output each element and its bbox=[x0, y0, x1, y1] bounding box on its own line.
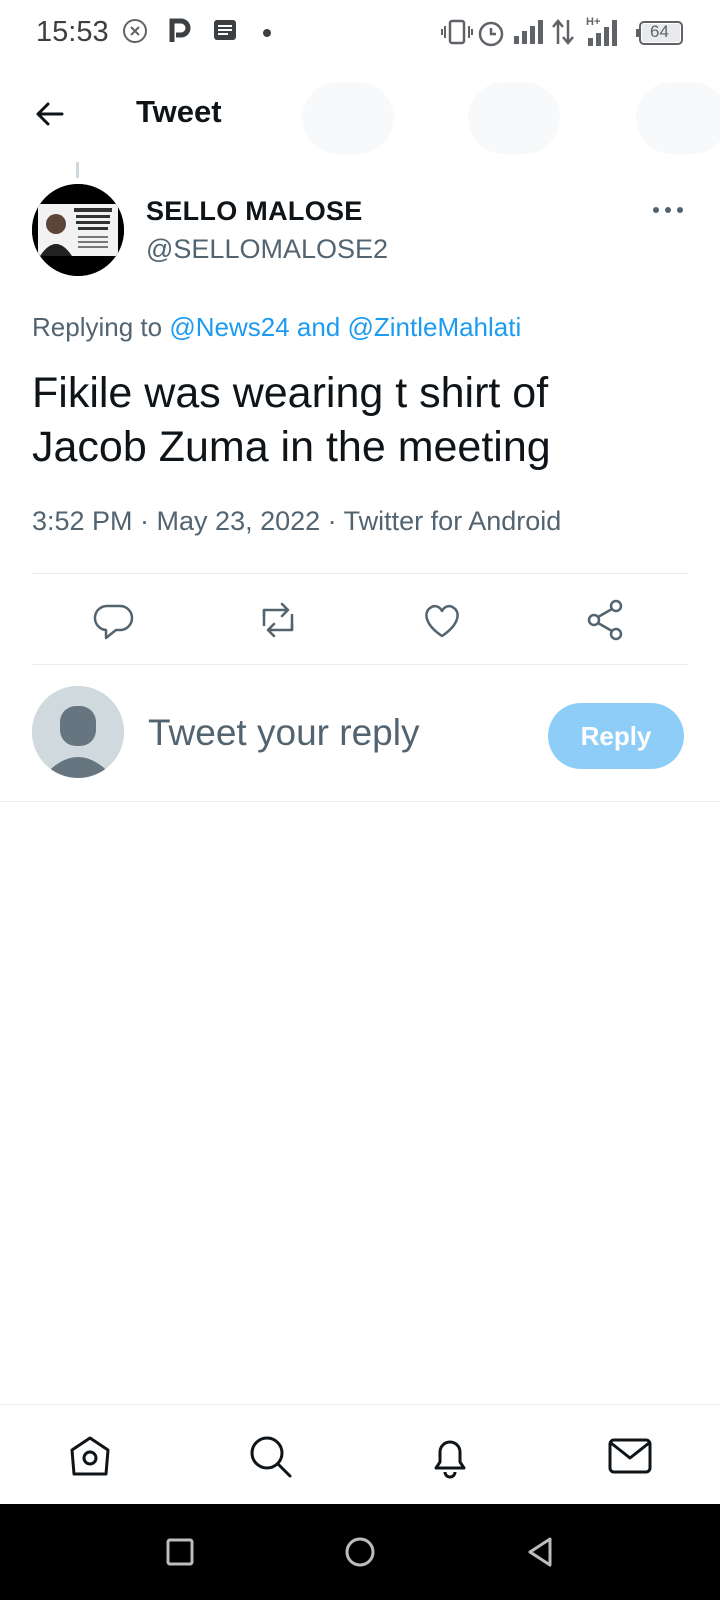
status-time: 15:53 bbox=[36, 16, 109, 48]
dot-icon bbox=[262, 28, 272, 38]
signal-icon bbox=[512, 18, 544, 46]
message-icon bbox=[212, 18, 238, 44]
header-placeholder bbox=[468, 82, 560, 154]
data-arrows-icon bbox=[550, 18, 576, 46]
header-placeholder bbox=[302, 82, 394, 154]
tweet-text-line: Jacob Zuma in the meeting bbox=[32, 423, 551, 471]
system-home-button[interactable] bbox=[342, 1534, 378, 1570]
like-icon bbox=[414, 592, 470, 648]
replying-to: Replying to @News24 and @ZintleMahlati bbox=[32, 312, 521, 343]
replying-to-link[interactable]: @News24 and @ZintleMahlati bbox=[169, 312, 521, 342]
search-icon bbox=[246, 1432, 294, 1480]
share-icon bbox=[578, 592, 634, 648]
avatar[interactable] bbox=[32, 184, 124, 276]
retweet-button[interactable] bbox=[250, 592, 306, 648]
retweet-icon bbox=[250, 592, 306, 648]
page-title: Tweet bbox=[136, 94, 222, 129]
reply-submit-button[interactable]: Reply bbox=[548, 703, 684, 769]
thread-connector bbox=[76, 162, 79, 178]
header-placeholder bbox=[636, 82, 720, 154]
svg-text:H+: H+ bbox=[586, 16, 600, 28]
author-display-name[interactable]: SELLO MALOSE bbox=[146, 196, 363, 227]
like-button[interactable] bbox=[414, 592, 470, 648]
reply-button[interactable] bbox=[86, 592, 142, 648]
reply-icon bbox=[86, 592, 142, 648]
alarm-icon bbox=[476, 18, 506, 48]
p-icon bbox=[168, 18, 192, 44]
tweet-text-line: Fikile was wearing t shirt of bbox=[32, 369, 549, 417]
arrow-left-icon bbox=[28, 92, 72, 136]
nav-home[interactable] bbox=[66, 1432, 114, 1480]
system-back-button[interactable] bbox=[522, 1534, 558, 1570]
author-handle[interactable]: @SELLOMALOSE2 bbox=[146, 234, 388, 265]
tweet-text: Fikile was wearing t shirt of Jacob Zuma… bbox=[32, 366, 692, 474]
nav-messages[interactable] bbox=[606, 1432, 654, 1480]
battery-level: 64 bbox=[650, 22, 669, 41]
current-user-avatar bbox=[32, 686, 124, 778]
status-bar: 15:53 H+ 64 bbox=[0, 0, 720, 64]
more-options-button[interactable] bbox=[646, 196, 690, 224]
hplus-signal-icon: H+ bbox=[586, 14, 624, 48]
notifications-icon bbox=[426, 1432, 474, 1480]
back-triangle-icon bbox=[522, 1534, 558, 1570]
nav-notifications[interactable] bbox=[426, 1432, 474, 1480]
divider bbox=[32, 573, 688, 574]
nav-search[interactable] bbox=[246, 1432, 294, 1480]
recents-icon bbox=[162, 1534, 198, 1570]
reply-input[interactable]: Tweet your reply bbox=[148, 712, 419, 754]
divider bbox=[32, 664, 688, 665]
tweet-metadata: 3:52 PM · May 23, 2022 · Twitter for And… bbox=[32, 506, 562, 536]
recents-button[interactable] bbox=[162, 1534, 198, 1570]
more-horizontal-icon bbox=[646, 196, 690, 224]
home-icon bbox=[66, 1432, 114, 1480]
messages-icon bbox=[606, 1432, 654, 1480]
back-button[interactable] bbox=[28, 92, 72, 136]
home-circle-icon bbox=[342, 1534, 378, 1570]
share-button[interactable] bbox=[578, 592, 634, 648]
divider bbox=[0, 801, 720, 802]
replying-prefix: Replying to bbox=[32, 312, 163, 342]
close-circle-icon bbox=[122, 18, 148, 44]
vibrate-icon bbox=[440, 18, 474, 46]
